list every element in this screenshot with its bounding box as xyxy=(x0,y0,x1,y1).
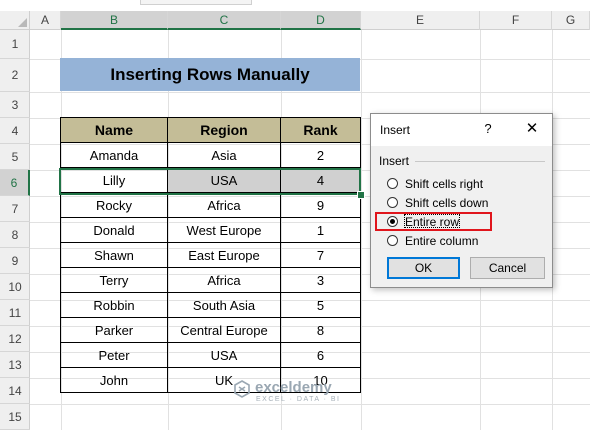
column-header-c[interactable]: C xyxy=(168,11,281,30)
row-header-15[interactable]: 15 xyxy=(0,404,30,430)
radio-icon[interactable] xyxy=(387,178,398,189)
column-header-f[interactable]: F xyxy=(480,11,552,30)
option-label: Shift cells down xyxy=(405,196,489,210)
table-row: Amanda Asia 2 xyxy=(60,142,361,168)
ribbon-edge xyxy=(0,0,590,11)
table-row: Robbin South Asia 5 xyxy=(60,292,361,318)
table-row: Terry Africa 3 xyxy=(60,267,361,293)
row-header-1[interactable]: 1 xyxy=(0,30,30,59)
table-row: Peter USA 6 xyxy=(60,342,361,368)
cell-name[interactable]: Robbin xyxy=(60,292,168,318)
radio-selected-icon[interactable] xyxy=(387,216,398,227)
cell-region[interactable]: West Europe xyxy=(167,217,281,243)
cell-name[interactable]: Shawn xyxy=(60,242,168,268)
cell-rank[interactable]: 7 xyxy=(280,242,361,268)
cell-region[interactable]: Africa xyxy=(167,267,281,293)
header-region[interactable]: Region xyxy=(167,117,281,143)
row-header-10[interactable]: 10 xyxy=(0,274,30,300)
radio-icon[interactable] xyxy=(387,197,398,208)
dialog-title: Insert xyxy=(380,123,411,137)
cell-name[interactable]: Rocky xyxy=(60,192,168,218)
insert-dialog: Insert ? ✕ Insert Shift cells right Shif… xyxy=(370,113,553,288)
row-header-4[interactable]: 4 xyxy=(0,118,30,144)
spreadsheet: A B C D E F G 1 2 3 4 5 6 7 8 9 10 11 12… xyxy=(0,0,590,430)
sheet-title[interactable]: Inserting Rows Manually xyxy=(60,58,360,91)
cell-rank[interactable]: 4 xyxy=(280,167,361,193)
cell-name[interactable]: Amanda xyxy=(60,142,168,168)
cell-name[interactable]: Terry xyxy=(60,267,168,293)
close-button[interactable]: ✕ xyxy=(521,118,543,140)
grid-row-line xyxy=(0,404,590,405)
watermark-name: exceldemy xyxy=(255,379,332,396)
option-label: Entire row xyxy=(405,215,460,229)
column-header-d[interactable]: D xyxy=(281,11,361,30)
cell-region[interactable]: South Asia xyxy=(167,292,281,318)
cell-rank[interactable]: 5 xyxy=(280,292,361,318)
cell-name[interactable]: Parker xyxy=(60,317,168,343)
watermark-tagline: EXCEL · DATA · BI xyxy=(256,396,341,403)
column-header-b[interactable]: B xyxy=(61,11,168,30)
cell-region[interactable]: Central Europe xyxy=(167,317,281,343)
row-header-11[interactable]: 11 xyxy=(0,300,30,326)
grid-column-line xyxy=(361,30,362,430)
cell-name[interactable]: John xyxy=(60,367,168,393)
cell-region[interactable]: USA xyxy=(167,167,281,193)
row-header-8[interactable]: 8 xyxy=(0,222,30,248)
group-divider xyxy=(415,161,545,162)
table-row: Parker Central Europe 8 xyxy=(60,317,361,343)
option-label: Entire column xyxy=(405,234,479,248)
table-row: Shawn East Europe 7 xyxy=(60,242,361,268)
radio-icon[interactable] xyxy=(387,235,398,246)
row-header-14[interactable]: 14 xyxy=(0,378,30,404)
cell-rank[interactable]: 6 xyxy=(280,342,361,368)
select-all-icon xyxy=(18,18,27,27)
row-header-9[interactable]: 9 xyxy=(0,248,30,274)
row-header-6[interactable]: 6 xyxy=(0,170,30,196)
column-header-e[interactable]: E xyxy=(361,11,480,30)
select-all-button[interactable] xyxy=(0,11,30,30)
cell-name[interactable]: Peter xyxy=(60,342,168,368)
cell-rank[interactable]: 3 xyxy=(280,267,361,293)
grid-row-line xyxy=(0,92,590,93)
cell-name[interactable]: Lilly xyxy=(60,167,168,193)
table-row: Rocky Africa 9 xyxy=(60,192,361,218)
cell-rank[interactable]: 8 xyxy=(280,317,361,343)
exceldemy-logo-icon xyxy=(234,380,250,398)
row-header-7[interactable]: 7 xyxy=(0,196,30,222)
help-button[interactable]: ? xyxy=(481,121,495,136)
cell-rank[interactable]: 9 xyxy=(280,192,361,218)
row-header-3[interactable]: 3 xyxy=(0,92,30,118)
cell-region[interactable]: Africa xyxy=(167,192,281,218)
table-header-row: Name Region Rank xyxy=(60,117,361,143)
table-row-selected: Lilly USA 4 xyxy=(60,167,361,193)
cell-name[interactable]: Donald xyxy=(60,217,168,243)
column-header-g[interactable]: G xyxy=(552,11,590,30)
cell-rank[interactable]: 1 xyxy=(280,217,361,243)
cell-region[interactable]: USA xyxy=(167,342,281,368)
cell-rank[interactable]: 2 xyxy=(280,142,361,168)
group-label: Insert xyxy=(379,154,410,168)
cell-region[interactable]: Asia xyxy=(167,142,281,168)
row-header-13[interactable]: 13 xyxy=(0,352,30,378)
cell-region[interactable]: East Europe xyxy=(167,242,281,268)
row-header-5[interactable]: 5 xyxy=(0,144,30,170)
header-rank[interactable]: Rank xyxy=(280,117,361,143)
data-table: Name Region Rank Amanda Asia 2 Lilly USA… xyxy=(60,117,361,393)
row-header-2[interactable]: 2 xyxy=(0,59,30,92)
option-label: Shift cells right xyxy=(405,177,484,191)
table-row: Donald West Europe 1 xyxy=(60,217,361,243)
ribbon-tab xyxy=(140,0,252,5)
header-name[interactable]: Name xyxy=(60,117,168,143)
column-header-a[interactable]: A xyxy=(30,11,61,30)
ok-button[interactable]: OK xyxy=(387,257,460,279)
row-header-12[interactable]: 12 xyxy=(0,326,30,352)
cancel-button[interactable]: Cancel xyxy=(470,257,545,279)
fill-handle[interactable] xyxy=(357,191,365,199)
